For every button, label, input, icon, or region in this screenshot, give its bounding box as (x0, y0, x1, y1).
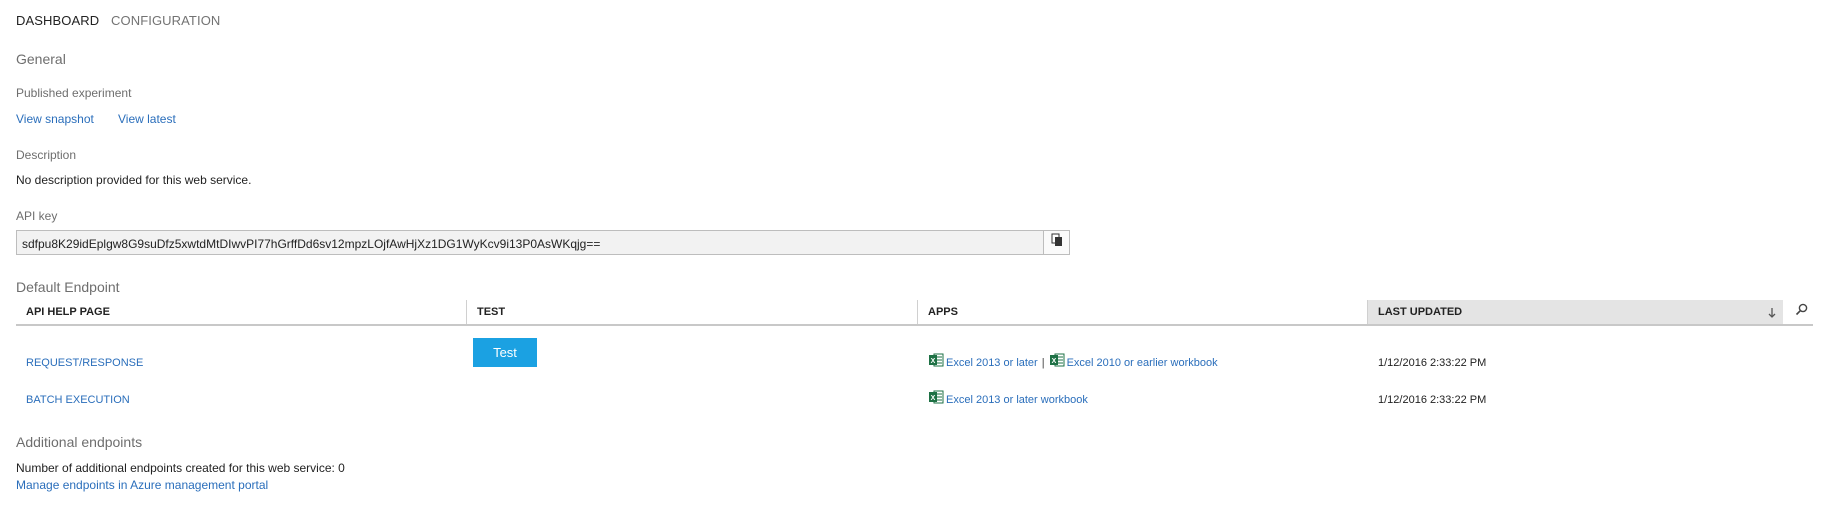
apps-cell-row-1: X Excel 2013 or later | X Excel 2010 or … (928, 352, 1218, 373)
test-button[interactable]: Test (473, 338, 537, 367)
column-api-help-page-label: API HELP PAGE (26, 306, 110, 318)
manage-endpoints-link[interactable]: Manage endpoints in Azure management por… (16, 478, 268, 492)
batch-execution-link[interactable]: BATCH EXECUTION (26, 394, 130, 406)
copy-api-key-button[interactable] (1043, 231, 1069, 254)
column-test-label: TEST (477, 306, 506, 318)
excel-icon: X (928, 352, 944, 373)
column-test[interactable]: TEST (467, 300, 918, 324)
published-experiment-label: Published experiment (16, 86, 132, 100)
endpoint-grid-header: API HELP PAGE TEST APPS LAST UPDATED (16, 300, 1813, 326)
svg-text:X: X (931, 395, 936, 402)
column-api-help-page[interactable]: API HELP PAGE (16, 300, 467, 324)
copy-icon (1051, 233, 1063, 252)
web-service-dashboard: DASHBOARD CONFIGURATION General Publishe… (0, 0, 1829, 507)
column-apps[interactable]: APPS (918, 300, 1368, 324)
excel-2013-workbook-link[interactable]: Excel 2013 or later workbook (946, 394, 1088, 406)
tab-dashboard[interactable]: DASHBOARD (16, 13, 99, 28)
general-heading: General (16, 51, 66, 67)
grid-search-button[interactable] (1789, 300, 1813, 324)
api-key-field[interactable]: sdfpu8K29idEplgw8G9suDfz5xwtdMtDIwvPI77h… (16, 230, 1070, 255)
api-key-label: API key (16, 209, 58, 223)
last-updated-row-2: 1/12/2016 2:33:22 PM (1378, 394, 1487, 406)
test-button-label: Test (493, 345, 517, 360)
svg-text:X: X (931, 358, 936, 365)
description-value: No description provided for this web ser… (16, 173, 252, 187)
additional-endpoints-count: Number of additional endpoints created f… (16, 461, 345, 475)
apps-separator: | (1041, 356, 1045, 369)
excel-2013-link[interactable]: Excel 2013 or later (946, 357, 1038, 369)
default-endpoint-heading: Default Endpoint (16, 279, 120, 295)
sort-down-arrow-icon (1767, 300, 1777, 333)
excel-icon: X (928, 389, 944, 410)
api-key-value[interactable]: sdfpu8K29idEplgw8G9suDfz5xwtdMtDIwvPI77h… (22, 237, 600, 251)
excel-icon: X (1049, 352, 1065, 373)
request-response-link[interactable]: REQUEST/RESPONSE (26, 357, 143, 369)
column-apps-label: APPS (928, 306, 958, 318)
apps-cell-row-2: X Excel 2013 or later workbook (928, 389, 1088, 410)
view-latest-link[interactable]: View latest (118, 112, 176, 126)
excel-2010-link[interactable]: Excel 2010 or earlier workbook (1067, 357, 1218, 369)
description-label: Description (16, 148, 77, 162)
search-icon (1795, 303, 1808, 321)
column-last-updated[interactable]: LAST UPDATED (1368, 300, 1783, 324)
column-last-updated-label: LAST UPDATED (1378, 306, 1463, 318)
additional-endpoints-heading: Additional endpoints (16, 434, 143, 450)
svg-text:X: X (1051, 358, 1056, 365)
view-snapshot-link[interactable]: View snapshot (16, 112, 94, 126)
last-updated-row-1: 1/12/2016 2:33:22 PM (1378, 357, 1487, 369)
tab-configuration[interactable]: CONFIGURATION (111, 13, 220, 28)
